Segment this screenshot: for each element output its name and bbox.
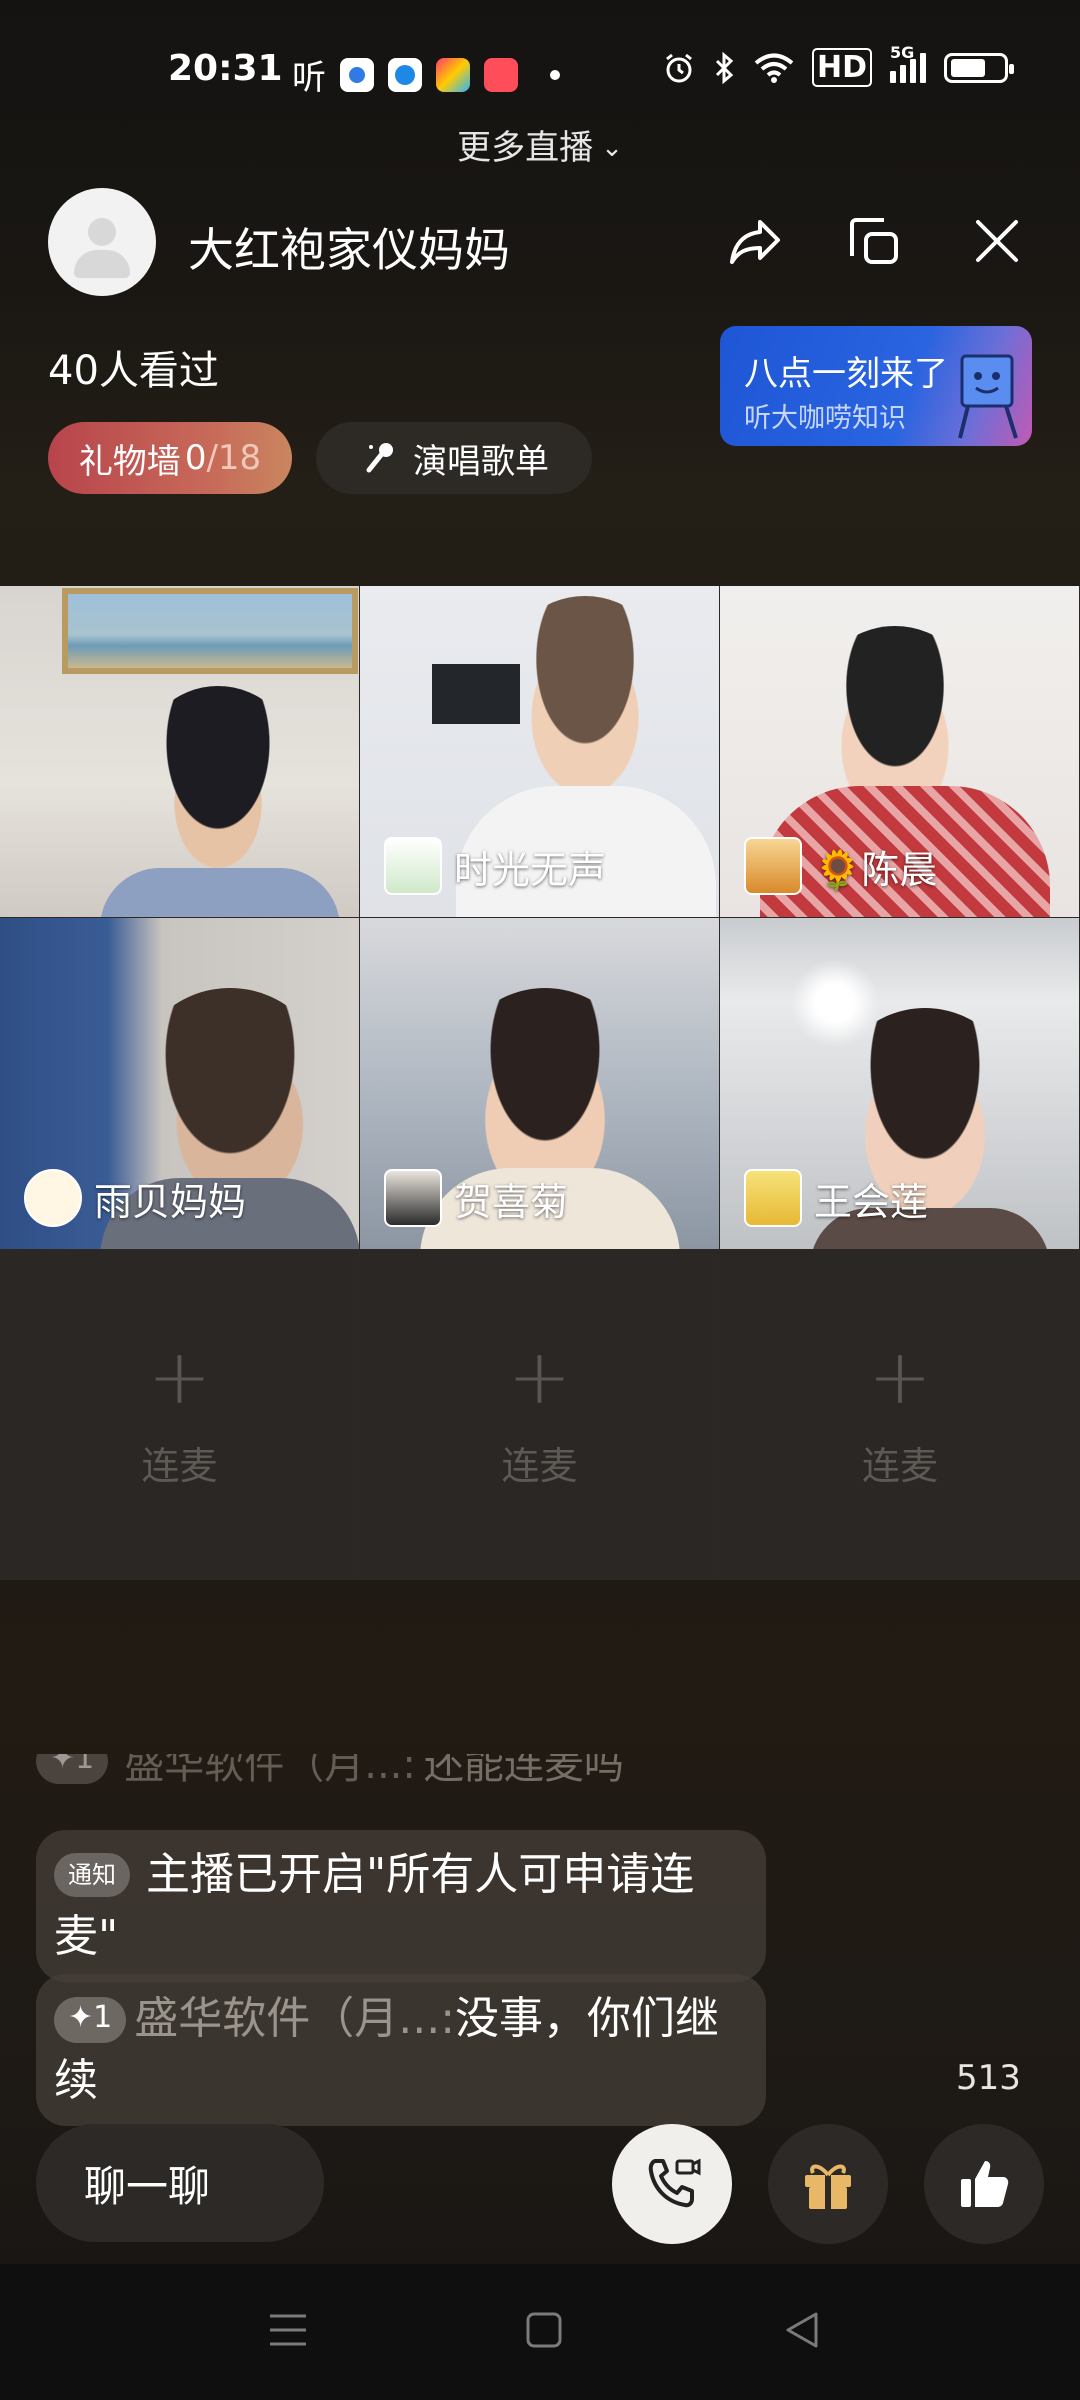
chat-message: ✦1 盛华软件（月...:没事，你们继续: [36, 1974, 766, 2126]
system-nav-bar: [0, 2264, 1080, 2400]
chat-input-placeholder: 聊一聊: [84, 2161, 211, 2211]
wifi-icon: [754, 53, 794, 83]
host-avatar[interactable]: [48, 188, 156, 296]
gift-wall-total: /18: [206, 438, 262, 478]
join-mic-slot[interactable]: + 连麦: [360, 1250, 720, 1580]
video-cell[interactable]: 🌻陈晨: [720, 586, 1080, 918]
gift-wall-count: 0: [184, 438, 207, 478]
status-right-icons: HD 5G: [662, 43, 1014, 87]
join-mic-label: 连麦: [501, 1444, 578, 1488]
status-notification-icons: 听: [292, 50, 560, 99]
microphone-icon: [366, 443, 393, 473]
chat-username[interactable]: 盛华软件（月...:: [134, 1993, 455, 2044]
chat-message-faded: ✦1 盛华软件（月...: 还能连麦吗: [36, 1754, 766, 1794]
gift-wall-label: 礼物墙: [78, 441, 181, 482]
gift-icon: [805, 2164, 851, 2209]
plus-icon: +: [507, 1332, 572, 1421]
signal-icon: 5G: [890, 43, 926, 83]
like-button[interactable]: [924, 2124, 1044, 2244]
ting-icon: 听: [292, 58, 326, 98]
menu-icon[interactable]: [268, 2308, 308, 2352]
alarm-icon: [666, 53, 692, 82]
video-person: [500, 596, 670, 806]
thumbs-up-icon: [961, 2161, 1009, 2207]
close-icon[interactable]: [966, 210, 1028, 272]
painting-frame: [62, 588, 358, 674]
more-notifications-dot: [550, 69, 560, 80]
video-cell[interactable]: 时光无声: [360, 586, 720, 918]
plus-icon: +: [147, 1332, 212, 1421]
share-icon[interactable]: [724, 210, 786, 272]
like-count: 513: [956, 2058, 1021, 2098]
video-person: [138, 686, 298, 876]
easel-mascot-icon: [958, 354, 1018, 439]
join-mic-slot[interactable]: + 连麦: [0, 1250, 360, 1580]
participant-avatar: [384, 837, 442, 895]
chevron-down-icon: ⌄: [601, 133, 623, 163]
home-icon[interactable]: [524, 2308, 564, 2352]
co-host-grid: 时光无声 🌻陈晨 雨贝妈妈 贺喜菊 王会莲 + 连麦 + 连麦 + 连麦: [0, 586, 1080, 1580]
more-live-button[interactable]: 更多直播 ⌄: [0, 120, 1080, 169]
user-level-badge: ✦1: [36, 1754, 109, 1784]
status-bar: 20:31 听 HD 5G: [0, 0, 1080, 140]
gift-wall-chip[interactable]: 礼物墙 0/18: [48, 422, 292, 494]
app-notification-icon: [436, 57, 470, 92]
mini-window-icon[interactable]: [844, 210, 906, 272]
app-notification-icon: [484, 57, 518, 92]
hd-badge: HD: [811, 48, 872, 87]
plus-icon: +: [868, 1332, 932, 1421]
participant-label: 王会莲: [744, 1169, 928, 1227]
participant-avatar: [24, 1169, 82, 1227]
back-icon[interactable]: [782, 2308, 822, 2352]
network-type: 5G: [890, 42, 915, 62]
battery-icon: [944, 52, 1014, 83]
chat-notice: 通知 主播已开启"所有人可申请连麦": [36, 1830, 766, 1982]
app-notification-icon: [388, 57, 422, 92]
promo-subtitle: 听大咖唠知识: [744, 403, 906, 434]
video-call-button[interactable]: [612, 2124, 732, 2244]
participant-label: 贺喜菊: [384, 1169, 568, 1227]
participant-name: 时光无声: [454, 847, 607, 892]
participant-avatar: [744, 837, 802, 895]
participant-name: 王会莲: [814, 1179, 929, 1224]
video-call-icon: [648, 2158, 701, 2208]
participant-name: 贺喜菊: [454, 1179, 569, 1224]
chat-input[interactable]: 聊一聊: [36, 2124, 324, 2242]
participant-label: 雨贝妈妈: [24, 1169, 246, 1227]
participant-name: 🌻陈晨: [814, 847, 938, 892]
viewers-count: 40人看过: [48, 348, 219, 394]
bluetooth-icon: [715, 51, 734, 84]
status-time: 20:31: [168, 48, 283, 89]
notice-text: 主播已开启"所有人可申请连麦": [54, 1849, 695, 1962]
video-cell[interactable]: 王会莲: [720, 918, 1080, 1250]
participant-avatar: [384, 1169, 442, 1227]
join-mic-slot[interactable]: + 连麦: [720, 1250, 1080, 1580]
participant-name: 雨贝妈妈: [94, 1179, 247, 1224]
host-name[interactable]: 大红袍家仪妈妈: [188, 214, 510, 280]
song-list-label: 演唱歌单: [413, 441, 549, 482]
promo-banner[interactable]: 八点一刻来了 听大咖唠知识: [720, 326, 1032, 446]
video-cell[interactable]: 雨贝妈妈: [0, 918, 360, 1250]
gift-button[interactable]: [768, 2124, 888, 2244]
join-mic-label: 连麦: [141, 1444, 218, 1488]
video-cell[interactable]: [0, 586, 360, 918]
notice-tag: 通知: [54, 1853, 130, 1897]
user-level-badge: ✦1: [54, 1997, 127, 2043]
promo-title: 八点一刻来了: [744, 354, 948, 394]
participant-avatar: [744, 1169, 802, 1227]
song-list-chip[interactable]: 演唱歌单: [316, 422, 592, 494]
more-live-label: 更多直播: [457, 128, 594, 168]
chat-text: 还能连麦吗: [423, 1754, 624, 1788]
video-person-shirt: [100, 868, 340, 917]
participant-label: 🌻陈晨: [744, 837, 937, 895]
participant-label: 时光无声: [384, 837, 606, 895]
join-mic-label: 连麦: [861, 1444, 938, 1488]
chat-username: 盛华软件（月...:: [124, 1754, 416, 1788]
video-cell[interactable]: 贺喜菊: [360, 918, 720, 1250]
app-notification-icon: [340, 57, 374, 92]
